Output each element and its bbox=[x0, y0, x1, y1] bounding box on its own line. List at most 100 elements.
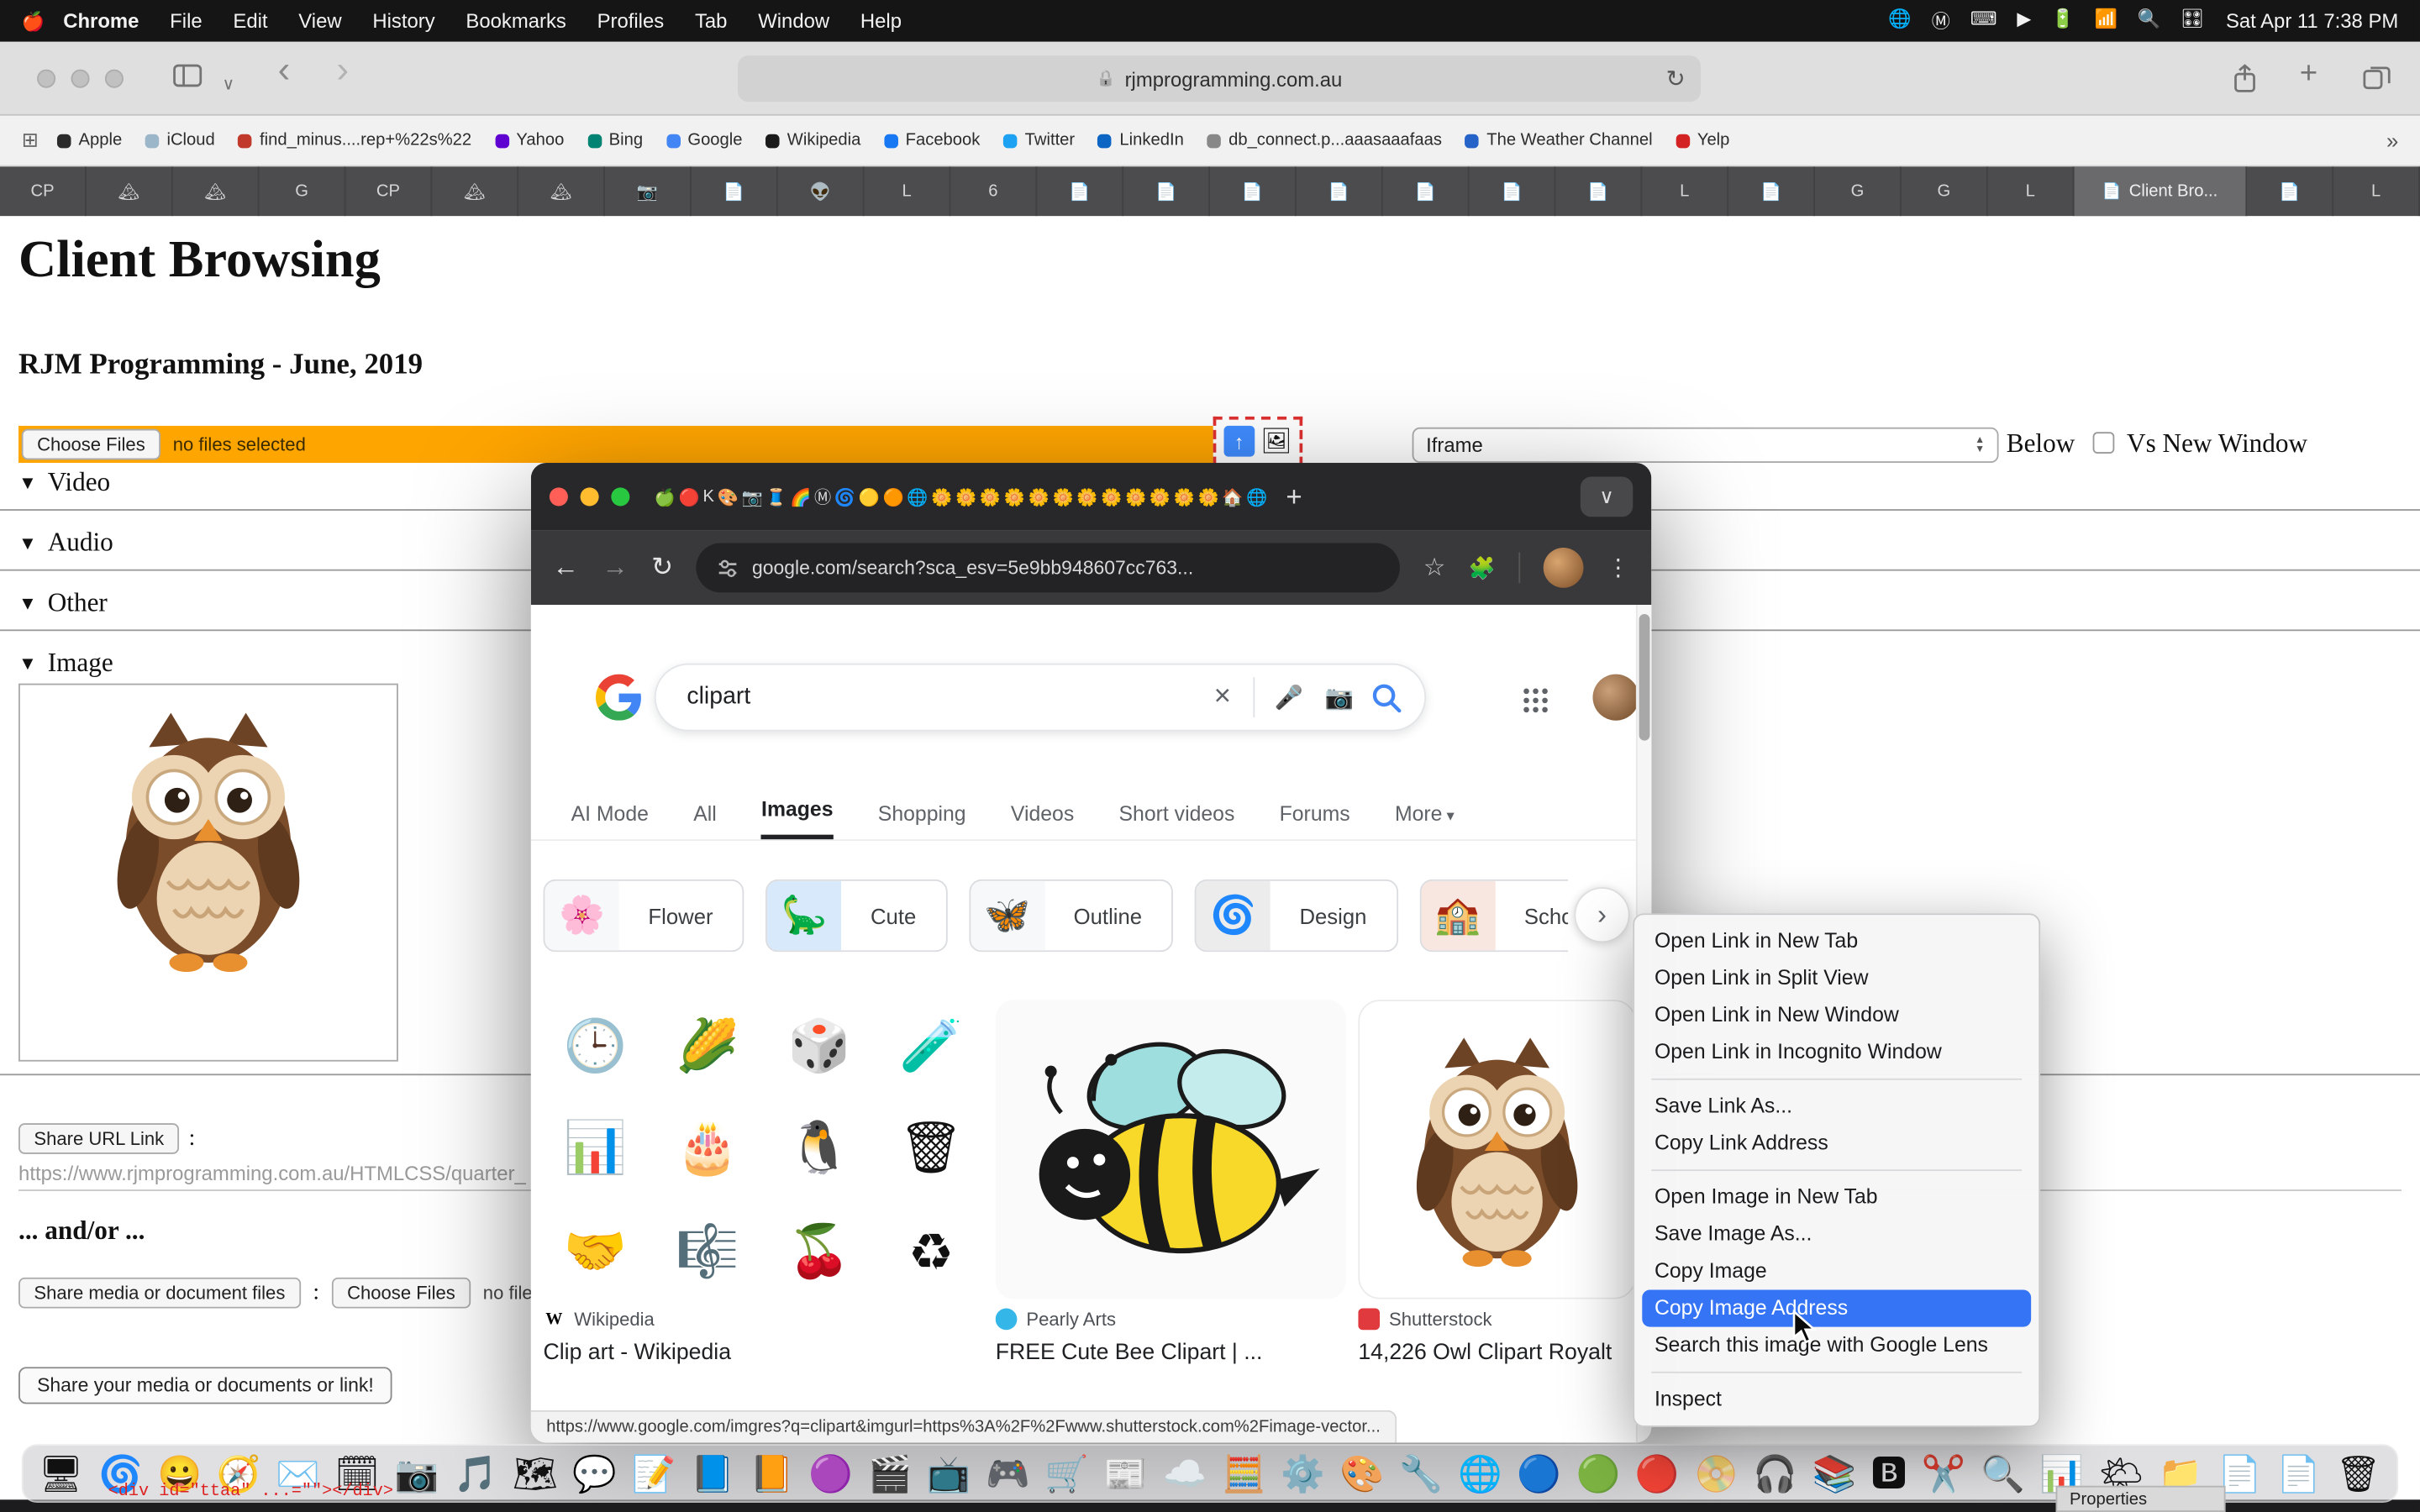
dock-app-icon[interactable]: 🟣 bbox=[808, 1456, 853, 1491]
context-menu-item[interactable]: Search this image with Google Lens bbox=[1634, 1327, 2039, 1364]
chrome-tab[interactable]: 🍏 bbox=[655, 486, 676, 507]
dock-app-icon[interactable]: 📰 bbox=[1104, 1456, 1149, 1491]
section-video[interactable]: ▼ Video bbox=[18, 466, 110, 500]
share-media-button[interactable]: Share media or document files bbox=[18, 1278, 301, 1309]
forward-icon[interactable]: → bbox=[602, 553, 628, 584]
context-menu-item[interactable]: Open Link in Incognito Window bbox=[1634, 1034, 2039, 1071]
new-tab-icon[interactable]: + bbox=[1286, 480, 1302, 513]
result-title[interactable]: FREE Cute Bee Clipart | ... bbox=[996, 1341, 1346, 1365]
chrome-tab[interactable]: 🔴 bbox=[679, 486, 700, 507]
favorite-item[interactable]: Facebook bbox=[884, 131, 980, 150]
browser-tab[interactable]: 📄 bbox=[1123, 166, 1210, 216]
result-tab[interactable]: AI Mode bbox=[571, 802, 649, 839]
favorite-item[interactable]: LinkedIn bbox=[1098, 131, 1184, 150]
upload-drop-target[interactable]: ↑ 🖼 bbox=[1213, 417, 1303, 466]
chrome-tab[interactable]: 🌼 bbox=[1150, 486, 1171, 507]
browser-tab[interactable]: 🏔 bbox=[87, 166, 173, 216]
favorites-overflow-icon[interactable]: » bbox=[2386, 128, 2398, 152]
dock-app-icon[interactable]: 🧮 bbox=[1222, 1456, 1266, 1491]
tabs-overview-icon[interactable] bbox=[2361, 63, 2392, 91]
favorite-item[interactable]: The Weather Channel bbox=[1465, 131, 1653, 150]
dock-app-icon[interactable]: 🎧 bbox=[1753, 1456, 1797, 1491]
result-source[interactable]: Shutterstock bbox=[1358, 1309, 1633, 1331]
favorite-item[interactable]: find_minus....rep+%22s%22 bbox=[238, 131, 471, 150]
menubar-item[interactable]: Chrome bbox=[48, 9, 155, 33]
dock-app-icon[interactable]: 🌐 bbox=[1458, 1456, 1502, 1491]
section-image[interactable]: ▼ Image bbox=[18, 647, 113, 680]
favorite-item[interactable]: Google bbox=[666, 131, 743, 150]
menubar-item[interactable]: Profiles bbox=[581, 9, 679, 33]
chrome-tab[interactable]: 🌼 bbox=[1125, 486, 1146, 507]
dock-app-icon[interactable]: 📘 bbox=[691, 1456, 735, 1491]
browser-tab[interactable]: 📄 bbox=[1383, 166, 1470, 216]
status-icon[interactable]: 🌐 bbox=[1888, 8, 1911, 34]
chrome-titlebar[interactable]: 🍏🔴K🎨📷🧵🌈Ⓜ🌀🟡🟠🌐🌼🌼🌼🌼🌼🌼🌼🌼🌼🌼🌼🌼🏠🌐 + ∨ bbox=[531, 463, 1651, 531]
dock-app-icon[interactable]: ⚙️ bbox=[1281, 1456, 1325, 1491]
result-source[interactable]: W Wikipedia bbox=[544, 1309, 983, 1331]
context-menu-item[interactable]: Open Image in New Tab bbox=[1634, 1179, 2039, 1215]
share-url-link-button[interactable]: Share URL Link bbox=[18, 1123, 180, 1154]
dock-app-icon[interactable]: 🎵 bbox=[454, 1456, 498, 1491]
browser-tab[interactable]: 📄 bbox=[692, 166, 778, 216]
file-input[interactable]: Choose Files no files selected bbox=[18, 426, 1219, 463]
dock-app-icon[interactable]: 🎮 bbox=[986, 1456, 1030, 1491]
result-source[interactable]: Pearly Arts bbox=[996, 1309, 1346, 1331]
dock-app-icon[interactable]: 🛒 bbox=[1044, 1456, 1089, 1491]
dock-app-icon[interactable]: 🖥 bbox=[39, 1456, 84, 1491]
result-tab[interactable]: Images bbox=[761, 798, 833, 840]
browser-tab[interactable]: 📄 bbox=[1470, 166, 1556, 216]
chrome-tab[interactable]: 🌼 bbox=[931, 486, 952, 507]
browser-tab[interactable]: 📄 bbox=[1555, 166, 1642, 216]
result-tab[interactable]: Short videos bbox=[1119, 802, 1235, 839]
context-menu-item[interactable]: Copy Image bbox=[1634, 1252, 2039, 1289]
profile-avatar[interactable] bbox=[1544, 548, 1584, 588]
menubar-item[interactable]: File bbox=[155, 9, 218, 33]
google-search-box[interactable]: clipart × 🎤 📷 bbox=[655, 664, 1426, 732]
share-icon[interactable] bbox=[2232, 63, 2258, 94]
chevron-down-icon[interactable]: ∨ bbox=[222, 70, 234, 101]
browser-tab[interactable]: 6 bbox=[950, 166, 1037, 216]
dock-app-icon[interactable]: ☁️ bbox=[1163, 1456, 1207, 1491]
menubar-item[interactable]: Edit bbox=[218, 9, 283, 33]
chrome-tab[interactable]: Ⓜ bbox=[814, 485, 831, 509]
favorite-item[interactable]: db_connect.p...aaasaaafaas bbox=[1207, 131, 1442, 150]
vs-new-window-checkbox[interactable] bbox=[2093, 432, 2115, 454]
context-menu-item[interactable]: Open Link in Split View bbox=[1634, 959, 2039, 996]
browser-tab[interactable]: L bbox=[865, 166, 951, 216]
browser-tab[interactable]: CP bbox=[0, 166, 87, 216]
google-apps-icon[interactable] bbox=[1522, 686, 1549, 714]
browser-tab[interactable]: 📄 bbox=[2247, 166, 2333, 216]
filter-chip[interactable]: 🏫School bbox=[1419, 879, 1568, 952]
search-icon[interactable] bbox=[1370, 681, 1403, 714]
menubar-item[interactable]: Window bbox=[743, 9, 845, 33]
menubar-clock[interactable]: Sat Apr 11 7:38 PM bbox=[2226, 9, 2398, 33]
chrome-tab[interactable]: 🟡 bbox=[859, 486, 880, 507]
chrome-tab[interactable]: 🧵 bbox=[765, 486, 786, 507]
dock-app-icon[interactable]: 🎬 bbox=[868, 1456, 913, 1491]
result-image-owl[interactable] bbox=[1358, 1000, 1636, 1299]
section-audio[interactable]: ▼ Audio bbox=[18, 526, 113, 559]
bookmark-star-icon[interactable]: ☆ bbox=[1423, 553, 1445, 584]
result-image-wikipedia-collage[interactable]: 🕒🌽🎲🧪📊🎂🐧🗑🤝🎼🍒♻ bbox=[544, 1000, 983, 1299]
google-logo[interactable] bbox=[596, 675, 642, 721]
minimize-window-button[interactable] bbox=[71, 70, 89, 88]
browser-tab[interactable]: CP bbox=[345, 166, 432, 216]
dock-app-icon[interactable]: 🗑 bbox=[2336, 1456, 2381, 1491]
result-tab[interactable]: More bbox=[1395, 802, 1455, 839]
dock-app-icon[interactable]: 🟢 bbox=[1576, 1456, 1621, 1491]
result-title[interactable]: 14,226 Owl Clipart Royalt bbox=[1358, 1341, 1633, 1365]
result-tab[interactable]: Shopping bbox=[878, 802, 966, 839]
dock-app-icon[interactable]: 📀 bbox=[1694, 1456, 1739, 1491]
dock-app-icon[interactable]: 📙 bbox=[750, 1456, 794, 1491]
chrome-tab[interactable]: K bbox=[702, 487, 713, 506]
favorites-grid-icon[interactable]: ⊞ bbox=[22, 128, 39, 152]
lens-camera-icon[interactable]: 📷 bbox=[1314, 684, 1365, 711]
back-icon[interactable]: ‹ bbox=[278, 55, 291, 87]
filter-chip[interactable]: 🌀Design bbox=[1195, 879, 1398, 952]
context-menu-item[interactable]: Copy Image Address bbox=[1642, 1290, 2031, 1327]
dock-app-icon[interactable]: 🗺 bbox=[513, 1456, 558, 1491]
status-icon[interactable]: 🔍 bbox=[2138, 8, 2160, 34]
context-menu-item[interactable]: Save Image As... bbox=[1634, 1215, 2039, 1252]
safari-url-field[interactable]: 🔒 rjmprogramming.com.au ↻ bbox=[738, 55, 1701, 102]
favorite-item[interactable]: iCloud bbox=[145, 131, 215, 150]
